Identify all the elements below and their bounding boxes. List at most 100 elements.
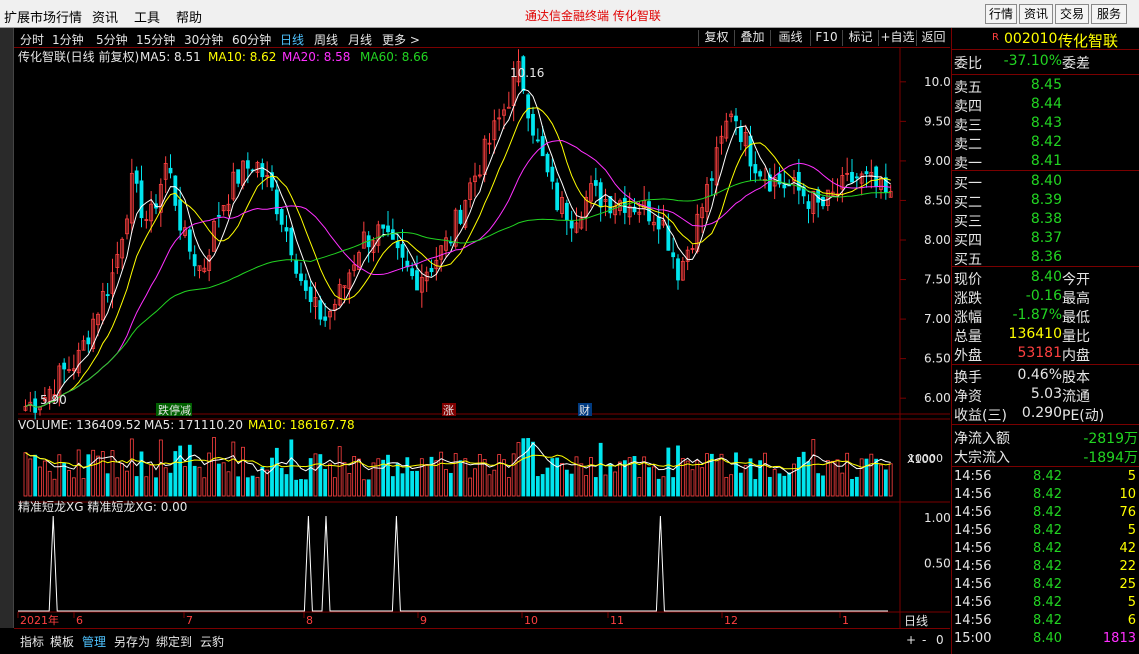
stat-row: 总量 136410 量比	[952, 326, 1139, 345]
mark-button[interactable]: 标记	[842, 30, 878, 46]
volume-bar	[395, 463, 400, 497]
flow-value: -1894万	[1083, 450, 1138, 466]
ma10-legend: MA10: 8.62	[208, 50, 276, 64]
candle-body	[236, 169, 241, 184]
stat-row-label2: 今开	[1062, 272, 1090, 288]
tab-bindto[interactable]: 绑定到	[156, 633, 192, 650]
volume-bar	[241, 446, 245, 497]
tab-saveas[interactable]: 另存为	[114, 633, 150, 650]
buy-level-1-value: 8.40	[1030, 173, 1062, 189]
volume-bar	[192, 465, 197, 497]
weibi-value: -37.10%	[1003, 53, 1062, 69]
back-button[interactable]: 返回	[916, 30, 950, 46]
zoom-reset-button[interactable]: 0	[936, 633, 944, 647]
volume-bar	[685, 460, 690, 497]
adjust-button[interactable]: 复权	[698, 30, 734, 46]
tick-time: 14:56	[954, 541, 992, 556]
tick-price: 8.40	[1033, 631, 1062, 646]
menu-extended-market[interactable]: 扩展市场行情	[4, 7, 82, 26]
vol-ma10-legend: MA10: 186167.78	[248, 418, 355, 432]
flow-label: 净流入额	[954, 431, 1010, 447]
period-weekly[interactable]: 周线	[314, 31, 338, 48]
draw-button[interactable]: 画线	[770, 30, 810, 46]
volume-bar	[651, 466, 656, 497]
candle-body	[33, 398, 38, 413]
volume-bar	[28, 458, 33, 497]
volume-bar	[216, 463, 221, 497]
volume-bar	[506, 477, 511, 497]
volume-bar	[337, 446, 342, 497]
info-button[interactable]: 资讯	[1019, 4, 1053, 24]
period-monthly[interactable]: 月线	[348, 31, 372, 48]
kline-chart[interactable]: 10.00 9.50 9.00 8.50 8.00 7.50 7.00 6.50 6.00 10 0…	[14, 48, 950, 628]
price-tick: 9.00	[924, 154, 950, 168]
zoom-out-button[interactable]: -	[922, 633, 926, 647]
tab-manage[interactable]: 管理	[82, 633, 106, 650]
event-tag-limitdown[interactable]: 跌停减	[158, 403, 191, 417]
buy-level-4-label: 买四	[954, 233, 982, 249]
stock-header: R 002010 传化智联	[952, 28, 1139, 50]
candle-body	[279, 209, 284, 225]
candle-body	[395, 241, 400, 249]
volume-bar	[589, 457, 593, 497]
period-60min[interactable]: 60分钟	[232, 31, 271, 48]
candle-body	[564, 202, 569, 221]
event-tag-finance[interactable]: 财	[579, 403, 590, 417]
volume-bar	[811, 439, 816, 497]
candle-body	[390, 229, 395, 240]
tick-volume: 10	[1119, 487, 1136, 502]
f10-button[interactable]: F10	[810, 30, 842, 46]
buy-level-5-value: 8.36	[1030, 249, 1062, 265]
period-15min[interactable]: 15分钟	[136, 31, 175, 48]
menu-tools[interactable]: 工具	[134, 7, 160, 26]
volume-bar	[767, 476, 772, 497]
date-tick: 1	[842, 614, 849, 627]
candle-body	[410, 268, 415, 277]
add-watchlist-button[interactable]: +自选	[878, 30, 916, 46]
period-more[interactable]: 更多 >	[382, 31, 420, 48]
volume-bar	[521, 438, 526, 497]
candle-body	[245, 160, 250, 169]
tick-time: 14:56	[954, 577, 992, 592]
period-30min[interactable]: 30分钟	[184, 31, 223, 48]
price-tick: 10.00	[924, 75, 950, 89]
period-daily[interactable]: 日线	[280, 31, 304, 48]
candle-body	[569, 220, 574, 229]
overlay-button[interactable]: 叠加	[734, 30, 770, 46]
price-tick: 6.50	[924, 352, 950, 366]
volume-bar	[724, 476, 729, 497]
service-button[interactable]: 服务	[1091, 4, 1127, 24]
left-scroll-strip[interactable]	[0, 28, 14, 628]
sell-level-1: 卖一 8.41	[952, 153, 1139, 172]
weibi-row: 委比 -37.10% 委差	[952, 53, 1139, 72]
tab-template[interactable]: 模板	[50, 633, 74, 650]
tick-time: 14:56	[954, 613, 992, 628]
zoom-in-button[interactable]: +	[906, 633, 916, 647]
quote-button[interactable]: 行情	[985, 4, 1017, 24]
volume-bar	[221, 462, 226, 497]
volume-bar	[492, 469, 497, 497]
stat2-row-label: 换手	[954, 370, 982, 386]
volume-bar	[415, 470, 419, 497]
period-5min[interactable]: 5分钟	[96, 31, 128, 48]
event-tag-up[interactable]: 涨	[443, 404, 454, 417]
candle-body	[284, 227, 289, 232]
volume-bar	[608, 463, 613, 497]
menu-bar: 扩展市场行情 资讯 工具 帮助 通达信金融终端 传化智联 行情 资讯 交易 服务	[0, 0, 1139, 28]
stat-row-value: -0.16	[1025, 288, 1062, 304]
trade-button[interactable]: 交易	[1055, 4, 1089, 24]
menu-help[interactable]: 帮助	[176, 7, 202, 26]
tick-price: 8.42	[1033, 487, 1062, 502]
volume-bar	[313, 453, 318, 497]
volume-bar	[497, 454, 502, 497]
period-1min[interactable]: 1分钟	[52, 31, 84, 48]
candle-body	[656, 216, 661, 230]
tick-time: 14:56	[954, 523, 992, 538]
vol-ma5-legend: MA5: 171110.20	[144, 418, 243, 432]
ma-line	[25, 88, 891, 408]
tab-yunbao[interactable]: 云豹	[200, 633, 224, 650]
tick-time: 14:56	[954, 595, 992, 610]
tab-indicator[interactable]: 指标	[20, 633, 44, 650]
menu-news[interactable]: 资讯	[92, 7, 118, 26]
period-tick[interactable]: 分时	[20, 31, 44, 48]
